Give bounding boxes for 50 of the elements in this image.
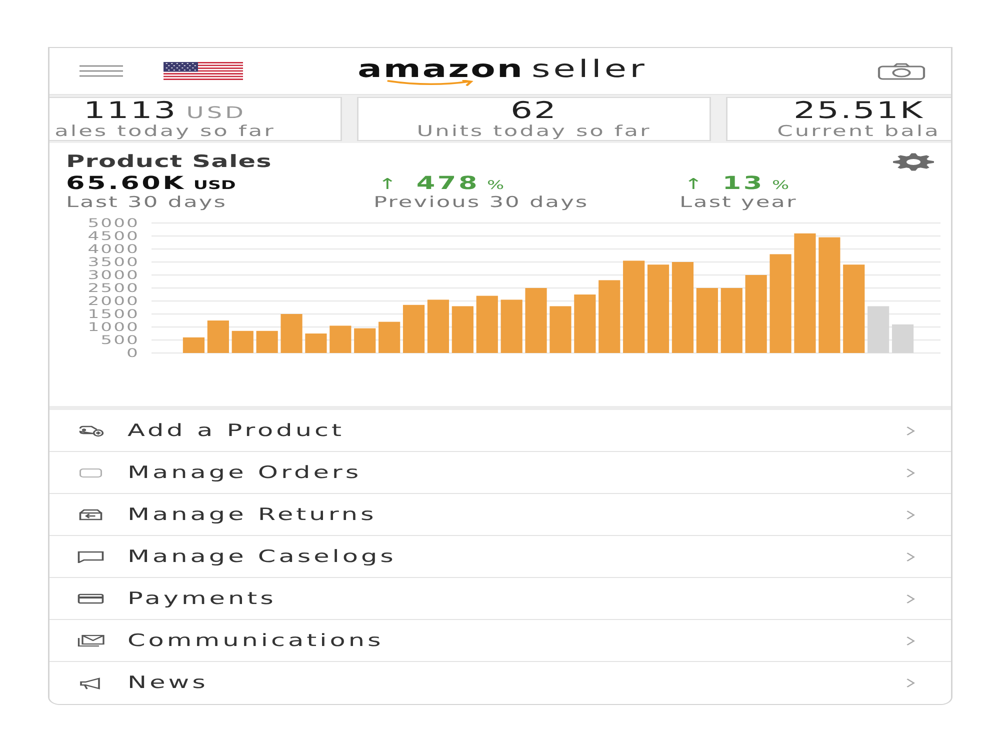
- logo-wordmark: amazon: [358, 59, 524, 79]
- axis-label: 3000: [88, 268, 140, 282]
- chevron-right-icon: [906, 678, 915, 688]
- axis-label: 4500: [88, 228, 140, 244]
- curved-arrow-icon: [388, 80, 475, 86]
- axis-label: 4000: [88, 242, 140, 256]
- axis-label: 3500: [88, 254, 140, 270]
- chevron-right-icon: [906, 636, 915, 646]
- period-label: Last 30 days: [66, 194, 227, 210]
- tag-plus-icon: [76, 424, 105, 437]
- axis-label: 1000: [88, 320, 140, 334]
- rounded-rectangle-icon: [76, 466, 105, 479]
- axis-label: 500: [100, 332, 140, 348]
- menu-icon[interactable]: [80, 65, 123, 77]
- chevron-right-icon: [906, 510, 915, 520]
- envelope-icon: [76, 634, 105, 647]
- chevron-right-icon: [906, 426, 915, 436]
- comparison-label: Previous 30 days: [374, 194, 589, 210]
- chevron-right-icon: [906, 468, 915, 478]
- stat-label: ales today so far: [54, 122, 276, 140]
- stat-label: Current bala: [777, 122, 940, 140]
- stat-unit: USD: [186, 102, 247, 122]
- axis-label: 0: [126, 346, 140, 360]
- box-arrow-icon: [76, 508, 105, 521]
- trend-arrow: ↑: [378, 174, 397, 194]
- percent-change: 13: [722, 174, 764, 194]
- axis-label: 2000: [88, 294, 140, 308]
- axis-label: 5000: [88, 216, 140, 230]
- stat-value: 25.51K: [794, 98, 924, 122]
- section-title: Product Sales: [66, 152, 272, 172]
- credit-card-icon: [76, 592, 105, 605]
- stat-value: 62: [510, 98, 558, 122]
- chevron-right-icon: [906, 552, 915, 562]
- axis-label: 1500: [88, 306, 140, 322]
- percent-unit: %: [772, 178, 790, 192]
- currency-unit: USD: [193, 178, 236, 192]
- total-sales-value: 65.60K: [66, 174, 186, 194]
- settings-icon[interactable]: [892, 153, 934, 171]
- logo-product-name: seller: [532, 56, 648, 82]
- percent-unit: %: [486, 178, 504, 192]
- percent-change: 478: [416, 174, 480, 194]
- axis-label: 2500: [88, 280, 140, 296]
- camera-icon[interactable]: [878, 62, 926, 80]
- stat-label: Units today so far: [416, 122, 652, 140]
- trend-arrow: ↑: [684, 174, 703, 194]
- us-flag-icon[interactable]: [164, 62, 243, 80]
- comparison-label: Last year: [680, 194, 798, 210]
- speech-bubble-icon: [76, 550, 105, 563]
- chevron-right-icon: [906, 594, 915, 604]
- stat-value: 1113: [83, 98, 178, 122]
